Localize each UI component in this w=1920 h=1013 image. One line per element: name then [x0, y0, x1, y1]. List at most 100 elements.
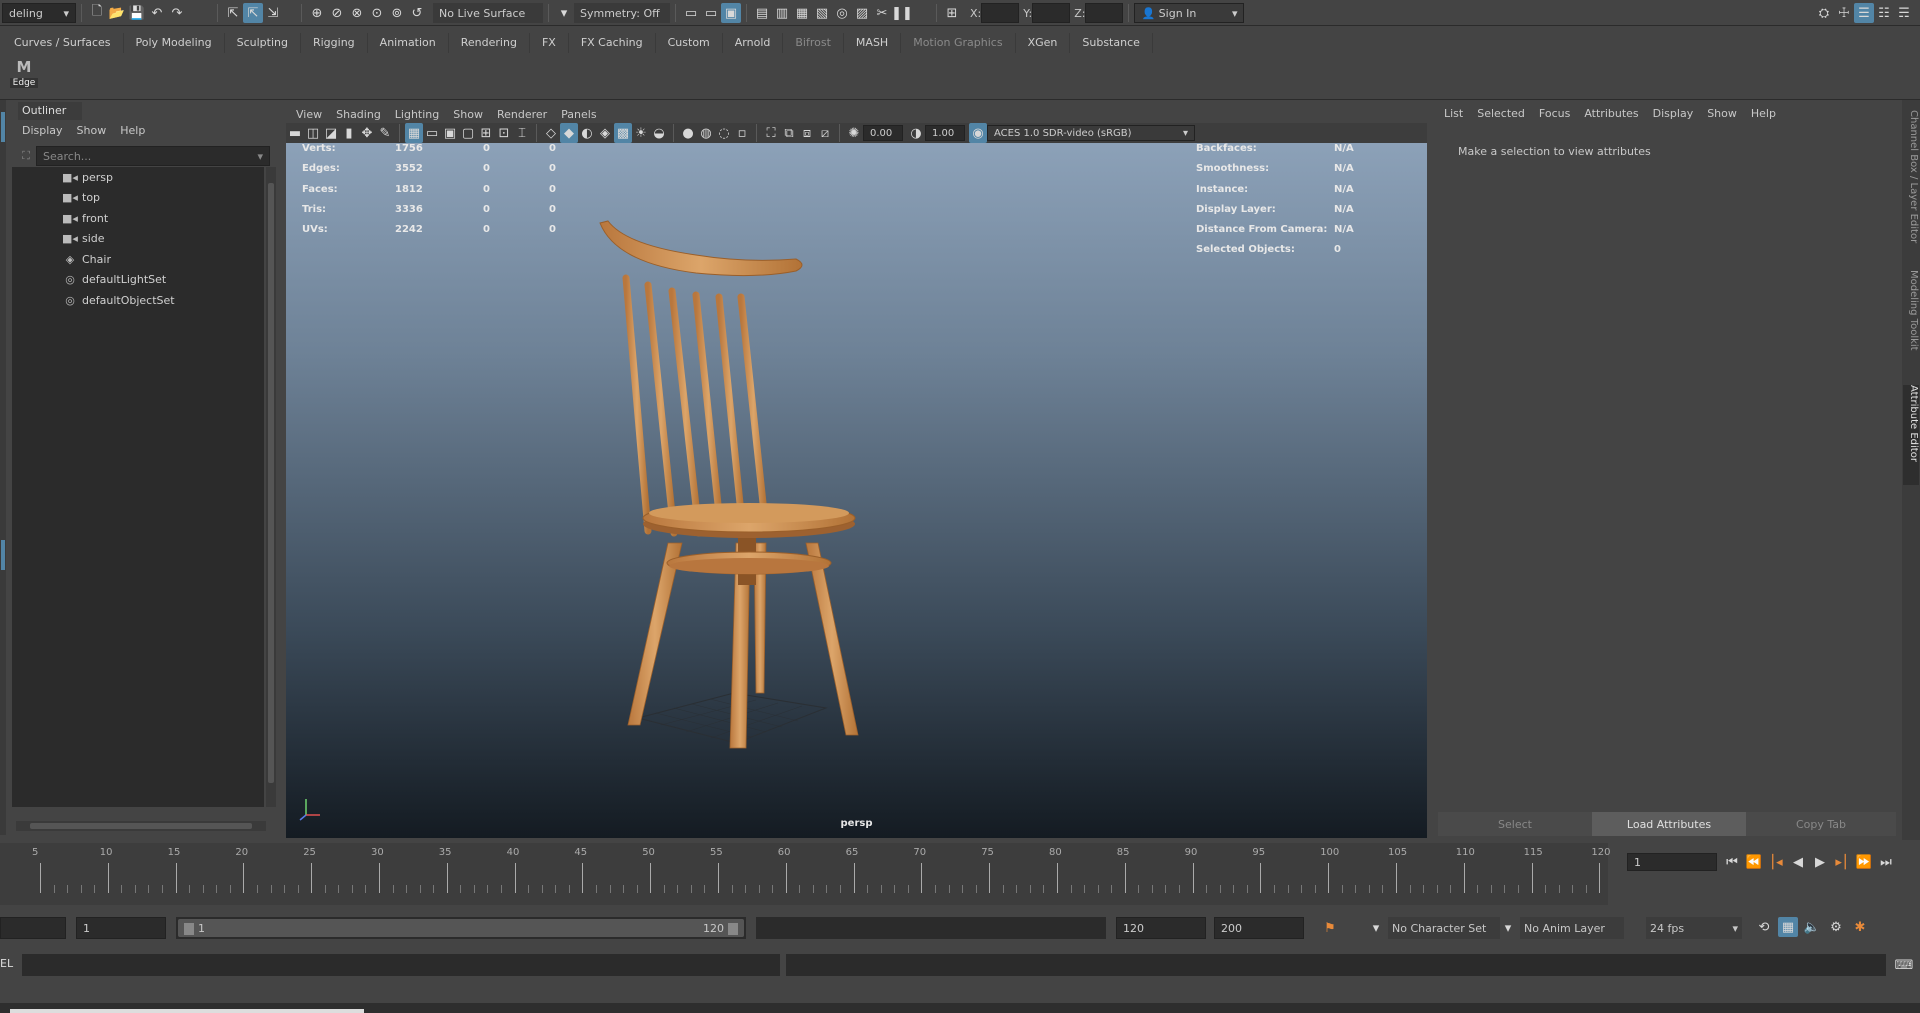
- live-surface-field[interactable]: No Live Surface: [433, 3, 543, 23]
- snap-curve-icon[interactable]: ⊘: [327, 3, 347, 23]
- attribute-editor-menu-item[interactable]: Show: [1707, 107, 1737, 120]
- viewport-menu-item[interactable]: Show: [453, 108, 483, 121]
- grid-icon[interactable]: ▦: [405, 123, 423, 143]
- select-component-icon[interactable]: ⇲: [263, 3, 283, 23]
- script-editor-icon[interactable]: ⌨: [1894, 955, 1914, 975]
- outliner-menu-item[interactable]: Show: [77, 124, 107, 137]
- channel-box-tab[interactable]: Channel Box / Layer Editor: [1903, 110, 1919, 260]
- viewport-menu-item[interactable]: Renderer: [497, 108, 547, 121]
- outliner-item[interactable]: ■◂ persp: [12, 167, 264, 188]
- loop-icon[interactable]: ⟲: [1754, 917, 1774, 937]
- smooth-shade-icon[interactable]: ◆: [560, 123, 578, 143]
- scroll-thumb[interactable]: [30, 823, 252, 829]
- anim-start-field[interactable]: [0, 917, 66, 939]
- current-frame-field[interactable]: 1: [1627, 853, 1717, 871]
- attribute-editor-menu-item[interactable]: Focus: [1539, 107, 1570, 120]
- save-scene-icon[interactable]: 💾: [127, 3, 147, 23]
- viewport-persp[interactable]: Verts: 1756 0 0 Edges: 3552 0 0 Faces: 1812 0 0 Tris…: [286, 143, 1427, 838]
- auto-key-icon[interactable]: ⚑: [1320, 918, 1340, 938]
- copy-tab-button[interactable]: Copy Tab: [1746, 812, 1896, 836]
- shelf-tab[interactable]: Rendering: [449, 33, 530, 53]
- sign-in-dropdown[interactable]: 👤 Sign In ▾: [1134, 3, 1245, 23]
- wireframe-on-shaded-icon[interactable]: ◈: [596, 123, 614, 143]
- exposure-field[interactable]: 0.00: [863, 125, 903, 141]
- play-forward-icon[interactable]: ▶: [1810, 852, 1830, 872]
- chevron-down-icon[interactable]: ▾: [554, 3, 574, 23]
- step-forward-frame-icon[interactable]: ⏩: [1854, 852, 1874, 872]
- undo-icon[interactable]: ↶: [147, 3, 167, 23]
- command-input[interactable]: [22, 954, 780, 976]
- xray-icon[interactable]: ⧉: [780, 123, 798, 143]
- select-object-icon[interactable]: ⇱: [243, 3, 263, 23]
- channel-box-icon[interactable]: ☴: [1894, 3, 1914, 23]
- outliner-item[interactable]: ■◂ top: [12, 188, 264, 209]
- shelf-tab[interactable]: Rigging: [301, 33, 368, 53]
- xray-joints-icon[interactable]: ⧈: [798, 123, 816, 143]
- shelf-tab[interactable]: Animation: [368, 33, 449, 53]
- playback-start-field[interactable]: 1: [76, 917, 166, 939]
- playback-end-field[interactable]: 120: [1116, 917, 1206, 939]
- outliner-hscrollbar[interactable]: [16, 821, 266, 831]
- outliner-menu-item[interactable]: Help: [120, 124, 145, 137]
- arnold-ipr-icon[interactable]: ▨: [852, 3, 872, 23]
- z-field[interactable]: [1085, 3, 1124, 23]
- render-frame-icon[interactable]: ▤: [752, 3, 772, 23]
- pause-icon[interactable]: ❚❚: [891, 3, 913, 23]
- ipr-render-icon[interactable]: ▥: [772, 3, 792, 23]
- use-lights-icon[interactable]: ☀: [632, 123, 650, 143]
- outliner-menu-item[interactable]: Display: [22, 124, 63, 137]
- safe-action-icon[interactable]: ⊡: [495, 123, 513, 143]
- grease-pencil-icon[interactable]: ✎: [376, 123, 394, 143]
- attribute-editor-menu-item[interactable]: Attributes: [1584, 107, 1638, 120]
- x-field[interactable]: [981, 3, 1020, 23]
- snap-surface-icon[interactable]: ⊚: [387, 3, 407, 23]
- resolution-gate-icon[interactable]: ▣: [441, 123, 459, 143]
- shelf-tab[interactable]: Arnold: [723, 33, 784, 53]
- select-camera-icon[interactable]: ▬: [286, 123, 304, 143]
- redo-icon[interactable]: ↷: [167, 3, 187, 23]
- symmetry-field[interactable]: Symmetry: Off: [574, 3, 670, 23]
- select-hierarchy-icon[interactable]: ⇱: [223, 3, 243, 23]
- shelf-tab[interactable]: XGen: [1016, 33, 1071, 53]
- load-attributes-button[interactable]: Load Attributes: [1592, 812, 1746, 836]
- construction-icon[interactable]: ▭: [701, 3, 721, 23]
- default-material-icon[interactable]: ◐: [578, 123, 596, 143]
- shadows-icon[interactable]: ◒: [650, 123, 668, 143]
- image-plane-icon[interactable]: ▮: [340, 123, 358, 143]
- play-backward-icon[interactable]: ◀: [1788, 852, 1808, 872]
- camera-attributes-icon[interactable]: ◫: [304, 123, 322, 143]
- bookmarks-icon[interactable]: ◪: [322, 123, 340, 143]
- tool-settings-icon[interactable]: ☷: [1874, 3, 1894, 23]
- modeling-toolkit-icon[interactable]: ⛭: [1814, 3, 1834, 23]
- attribute-editor-menu-item[interactable]: Selected: [1477, 107, 1525, 120]
- open-scene-icon[interactable]: 📂: [107, 3, 127, 23]
- outliner-item[interactable]: ■◂ side: [12, 229, 264, 250]
- range-slider-handle[interactable]: 1 120: [178, 919, 744, 937]
- attribute-editor-menu-item[interactable]: List: [1444, 107, 1463, 120]
- attribute-editor-tab[interactable]: Attribute Editor: [1903, 385, 1919, 485]
- outliner-tab[interactable]: Outliner: [18, 102, 82, 120]
- go-to-start-icon[interactable]: ⏮: [1722, 852, 1742, 872]
- hypershade-icon[interactable]: ▧: [812, 3, 832, 23]
- shelf-tab[interactable]: Custom: [656, 33, 723, 53]
- gate-mask-icon[interactable]: ▢: [459, 123, 477, 143]
- scroll-thumb[interactable]: [268, 183, 274, 783]
- character-controls-icon[interactable]: ☩: [1834, 3, 1854, 23]
- outliner-item[interactable]: ◎ defaultObjectSet: [12, 290, 264, 311]
- gamma-field[interactable]: 1.00: [925, 125, 965, 141]
- y-field[interactable]: [1032, 3, 1071, 23]
- snap-point-icon[interactable]: ⊗: [347, 3, 367, 23]
- depth-of-field-icon[interactable]: ▫: [733, 123, 751, 143]
- xray-components-icon[interactable]: ⧄: [816, 123, 834, 143]
- shelf-tab[interactable]: MASH: [844, 33, 902, 53]
- anim-layer-field[interactable]: No Anim Layer: [1520, 917, 1624, 939]
- outliner-item[interactable]: ◈ Chair: [12, 249, 264, 270]
- shelf-tab[interactable]: Substance: [1070, 33, 1153, 53]
- cache-playback-icon[interactable]: ▦: [1778, 917, 1798, 937]
- anim-prefs-icon[interactable]: ⚙: [1826, 917, 1846, 937]
- shelf-tab[interactable]: Curves / Surfaces: [2, 33, 124, 53]
- ambient-occlusion-icon[interactable]: ●: [679, 123, 697, 143]
- render-settings-icon[interactable]: ▦: [792, 3, 812, 23]
- shelf-tab[interactable]: Poly Modeling: [124, 33, 225, 53]
- outliner-item[interactable]: ■◂ front: [12, 208, 264, 229]
